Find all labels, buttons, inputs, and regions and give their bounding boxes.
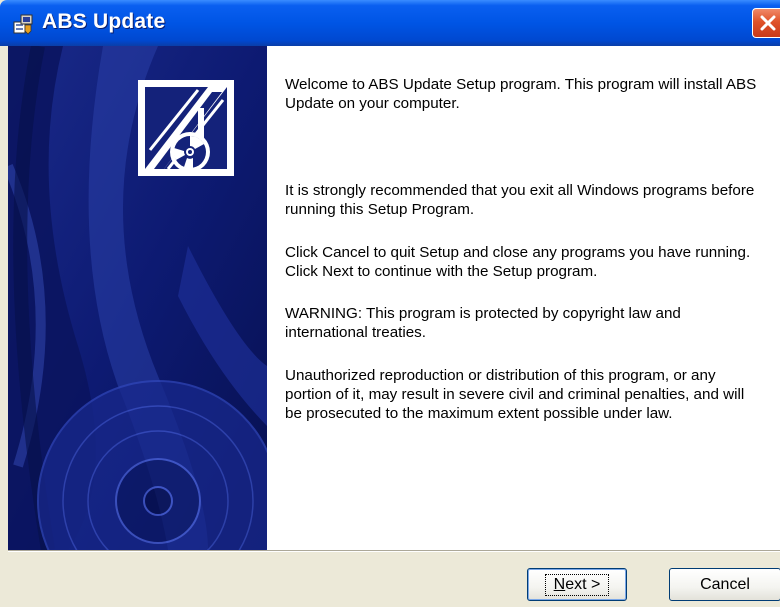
installer-icon [13,14,33,35]
warning-paragraph: WARNING: This program is protected by co… [285,305,681,341]
close-icon [760,15,776,31]
welcome-content: Welcome to ABS Update Setup program. Thi… [267,46,780,550]
next-label-rest: ext > [565,575,601,593]
cancel-button[interactable]: Cancel [669,568,780,601]
close-button[interactable] [752,8,780,38]
title-bar[interactable]: ABS Update [0,0,780,46]
next-button[interactable]: Next > [527,568,627,601]
setup-window: ABS Update Welcome to ABS Update Setup p… [0,0,780,607]
instructions-paragraph: Click Cancel to quit Setup and close any… [285,244,751,280]
button-separator [8,550,780,552]
legal-paragraph: Unauthorized reproduction or distributio… [285,367,745,422]
cancel-button-label: Cancel [700,575,750,593]
welcome-paragraph: Welcome to ABS Update Setup program. Thi… [285,76,757,112]
window-title: ABS Update [42,10,166,33]
exit-programs-paragraph: It is strongly recommended that you exit… [285,182,755,218]
abs-logo-with-cd-icon [138,80,234,176]
next-mnemonic: N [553,575,566,593]
next-button-label: Next > [544,573,610,596]
